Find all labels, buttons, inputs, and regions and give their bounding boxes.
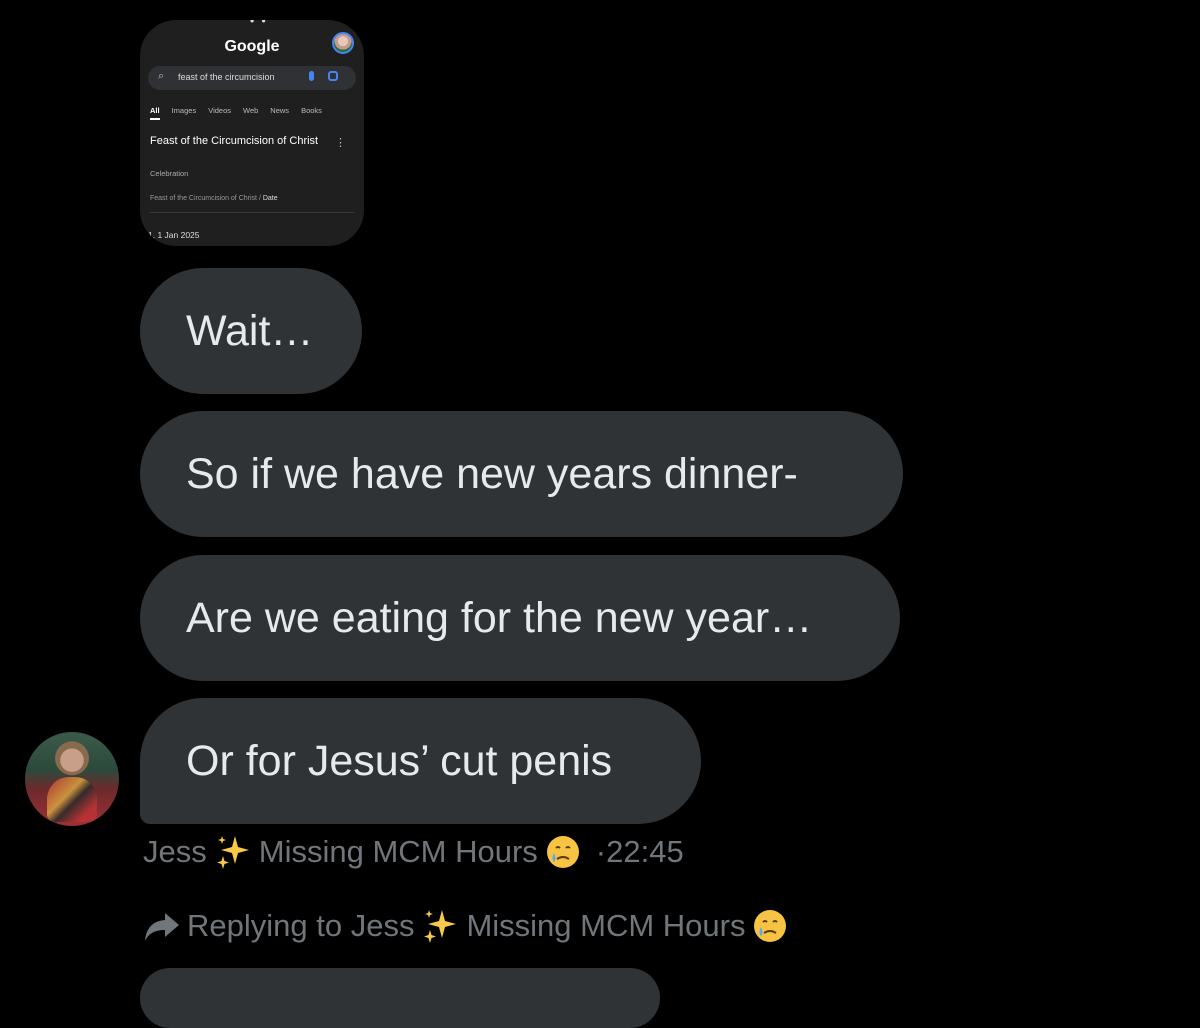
sender-name-rest: Missing MCM Hours: [258, 834, 538, 869]
search-query: feast of the circumcision: [178, 72, 275, 82]
result-subtitle: Celebration: [150, 169, 189, 178]
result-breadcrumb: Feast of the Circumcision of Christ / Da…: [150, 195, 278, 202]
tear-face-icon: [753, 909, 787, 943]
message-bubble[interactable]: So if we have new years dinner-: [140, 411, 903, 537]
crumb-right: Date: [262, 195, 278, 202]
tab-web: Web: [243, 106, 259, 115]
crumb-left: Feast of the Circumcision of Christ: [150, 195, 257, 202]
search-tabs: All Images Videos Web News Books: [150, 106, 322, 120]
tab-images: Images: [171, 106, 197, 115]
message-meta: Jess Missing MCM Hours ·22:45: [143, 834, 684, 870]
reply-prefix: Replying to Jess: [187, 908, 415, 943]
sender-avatar[interactable]: [25, 732, 119, 826]
lens-icon: [328, 71, 338, 81]
replying-to[interactable]: Replying to Jess Missing MCM Hours: [143, 908, 795, 944]
profile-avatar-mini: [332, 32, 354, 54]
google-logo: Google: [224, 38, 280, 55]
next-message-bubble[interactable]: [140, 968, 660, 1028]
reply-arrow-icon: [143, 909, 181, 943]
reply-name-rest: Missing MCM Hours: [466, 908, 746, 943]
sparkles-icon: [422, 908, 458, 944]
sender-name-first: Jess: [143, 834, 207, 869]
tab-news: News: [270, 106, 290, 115]
status-dots: • •: [250, 20, 268, 28]
message-bubble[interactable]: Or for Jesus’ cut penis: [140, 698, 701, 824]
divider: [150, 212, 354, 213]
mic-icon: [309, 71, 314, 81]
crumb-sep: /: [258, 195, 261, 202]
message-bubble[interactable]: Wait…: [140, 268, 362, 394]
sparkles-icon: [215, 834, 251, 870]
tab-all: All: [150, 106, 160, 120]
search-icon: ⌕: [158, 70, 165, 82]
search-bar: ⌕ feast of the circumcision: [148, 66, 356, 90]
message-bubble[interactable]: Are we eating for the new year…: [140, 555, 900, 681]
tear-face-icon: [546, 835, 580, 869]
message-time: ·22:45: [595, 834, 684, 869]
kebab-menu-icon: ⋮: [335, 137, 346, 149]
result-title: Feast of the Circumcision of Christ: [150, 135, 319, 147]
tab-videos: Videos: [208, 106, 231, 115]
tab-books: Books: [301, 106, 322, 115]
image-attachment[interactable]: • • Google ⌕ feast of the circumcision A…: [140, 20, 364, 246]
result-date: 1. 1 Jan 2025: [148, 230, 200, 240]
